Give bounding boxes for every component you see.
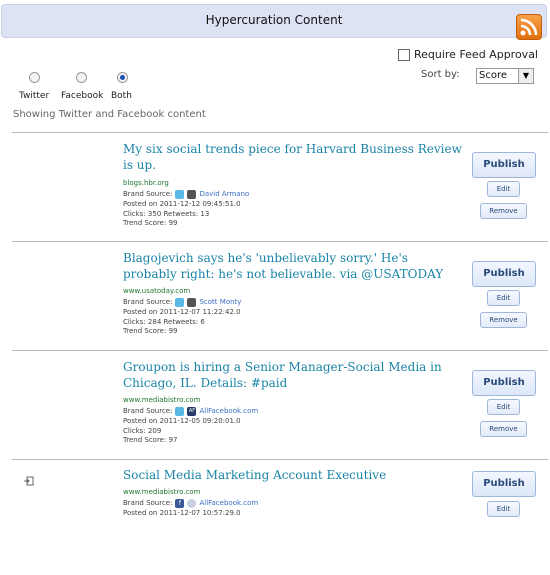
- require-feed-approval-checkbox[interactable]: [397, 48, 410, 61]
- item-meta: Brand Source: Scott Monty Posted on 2011…: [123, 297, 241, 337]
- brand-link[interactable]: AllFacebook.com: [199, 407, 258, 417]
- twitter-icon: [175, 298, 185, 307]
- list-item: Groupon is hiring a Senior Manager-Socia…: [0, 359, 550, 467]
- sort-by-label: Sort by:: [421, 69, 460, 80]
- brand-link[interactable]: David Armano: [199, 190, 249, 200]
- twitter-icon: [175, 190, 185, 199]
- item-source: www.mediabistro.com: [123, 488, 201, 496]
- brand-source-label: Brand Source:: [123, 297, 173, 306]
- radio-both[interactable]: [117, 72, 128, 83]
- item-title[interactable]: My six social trends piece for Harvard B…: [123, 141, 463, 173]
- divider: [12, 241, 548, 242]
- publish-button[interactable]: Publish: [472, 471, 536, 497]
- require-feed-approval-label: Require Feed Approval: [413, 48, 538, 61]
- trend-score: Trend Score: 99: [123, 327, 178, 335]
- radio-label-facebook: Facebook: [61, 91, 104, 101]
- publish-button[interactable]: Publish: [472, 370, 536, 396]
- item-stats: Clicks: 284 Retweets: 6: [123, 317, 205, 326]
- require-feed-approval[interactable]: Require Feed Approval: [397, 48, 538, 61]
- showing-text: Showing Twitter and Facebook content: [13, 109, 206, 120]
- list-item: My six social trends piece for Harvard B…: [0, 141, 550, 249]
- posted-date: Posted on 2011-12-12 09:45:51.0: [123, 200, 241, 208]
- chevron-down-icon[interactable]: ▼: [518, 69, 533, 83]
- item-source: www.usatoday.com: [123, 287, 191, 295]
- item-meta: Brand Source: AF AllFacebook.com Posted …: [123, 406, 258, 446]
- page-title: Hypercuration Content: [205, 13, 343, 27]
- twitter-icon: [175, 407, 185, 416]
- brand-source-label: Brand Source:: [123, 406, 173, 415]
- edit-button[interactable]: Edit: [487, 290, 520, 306]
- rss-icon[interactable]: [516, 14, 542, 40]
- remove-button[interactable]: Remove: [480, 421, 527, 437]
- item-meta: Brand Source: David Armano Posted on 201…: [123, 189, 249, 229]
- divider: [12, 459, 548, 460]
- publish-button[interactable]: Publish: [472, 152, 536, 178]
- avatar: [187, 499, 197, 508]
- radio-label-twitter: Twitter: [19, 91, 50, 101]
- avatar: [187, 190, 197, 199]
- item-meta: Brand Source: f AllFacebook.com Posted o…: [123, 498, 258, 519]
- posted-date: Posted on 2011-12-07 10:57:29.0: [123, 509, 241, 517]
- publish-button[interactable]: Publish: [472, 261, 536, 287]
- brand-source-label: Brand Source:: [123, 498, 173, 507]
- posted-date: Posted on 2011-12-07 11:22:42.0: [123, 308, 241, 316]
- remove-button[interactable]: Remove: [480, 203, 527, 219]
- edit-button[interactable]: Edit: [487, 399, 520, 415]
- item-stats: Clicks: 209: [123, 426, 162, 435]
- radio-twitter[interactable]: [29, 72, 40, 83]
- brand-source-label: Brand Source:: [123, 189, 173, 198]
- item-title[interactable]: Groupon is hiring a Senior Manager-Socia…: [123, 359, 463, 391]
- divider: [12, 132, 548, 133]
- item-title[interactable]: Social Media Marketing Account Executive: [123, 467, 463, 483]
- edit-button[interactable]: Edit: [487, 181, 520, 197]
- facebook-icon: f: [175, 499, 185, 508]
- avatar: [187, 298, 197, 307]
- trend-score: Trend Score: 97: [123, 436, 178, 444]
- brand-link[interactable]: Scott Monty: [199, 298, 241, 308]
- edit-button[interactable]: Edit: [487, 501, 520, 517]
- posted-date: Posted on 2011-12-05 09:20:01.0: [123, 417, 241, 425]
- divider: [12, 350, 548, 351]
- item-title[interactable]: Blagojevich says he's 'unbelievably sorr…: [123, 250, 463, 282]
- trend-score: Trend Score: 99: [123, 219, 178, 227]
- remove-button[interactable]: Remove: [480, 312, 527, 328]
- radio-facebook[interactable]: [76, 72, 87, 83]
- list-item: Social Media Marketing Account Executive…: [0, 467, 550, 575]
- brand-link[interactable]: AllFacebook.com: [199, 499, 258, 509]
- header-bar: Hypercuration Content: [1, 4, 547, 40]
- sort-select-value: Score: [479, 70, 508, 81]
- item-stats: Clicks: 350 Retweets: 13: [123, 209, 210, 218]
- radio-label-both: Both: [111, 91, 132, 101]
- sort-select[interactable]: Score ▼: [476, 68, 534, 84]
- item-source: blogs.hbr.org: [123, 179, 169, 187]
- item-source: www.mediabistro.com: [123, 396, 201, 404]
- allfacebook-icon: AF: [187, 407, 197, 416]
- list-item: Blagojevich says he's 'unbelievably sorr…: [0, 250, 550, 358]
